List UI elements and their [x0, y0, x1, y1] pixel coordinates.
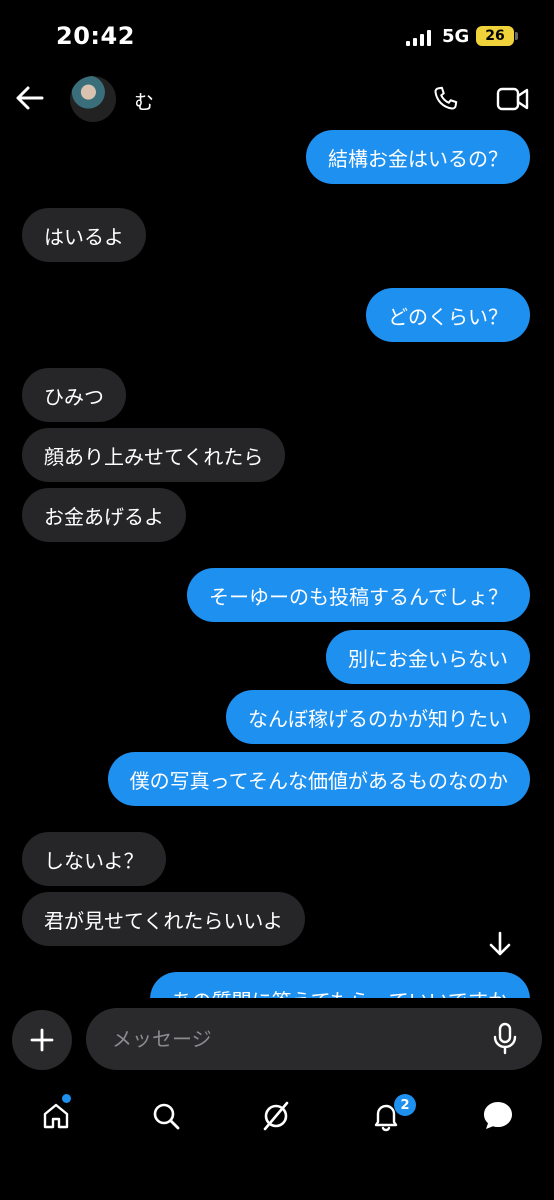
chat-bubble-icon[interactable]	[478, 1096, 518, 1136]
message-list[interactable]: 結構お金はいるの？ はいるよ どのくらい？ ひみつ 顔あり上みせてくれたら お金…	[0, 126, 554, 998]
message-bubble-sent[interactable]: 別にお金いらない	[326, 630, 530, 684]
message-bubble-sent[interactable]: そーゆーのも投稿するんでしょ？	[187, 568, 530, 622]
notification-count-badge: 2	[394, 1094, 416, 1116]
phone-icon[interactable]	[430, 84, 460, 114]
explore-icon[interactable]	[256, 1096, 296, 1136]
message-bubble-sent[interactable]: なんぼ稼げるのかが知りたい	[226, 690, 530, 744]
search-icon[interactable]	[146, 1096, 186, 1136]
message-bubble-sent[interactable]: どのくらい？	[366, 288, 530, 342]
message-input-container	[86, 1008, 542, 1070]
home-notification-dot	[62, 1094, 71, 1103]
contact-name[interactable]: む	[134, 86, 154, 115]
message-bubble-received[interactable]: しないよ？	[22, 832, 166, 886]
scroll-down-arrow-icon[interactable]	[486, 930, 514, 958]
message-bubble-received[interactable]: 君が見せてくれたらいいよ	[22, 892, 305, 946]
home-icon[interactable]	[36, 1096, 76, 1136]
message-bubble-sent[interactable]: あの質問に答えてもらっていいですか	[149, 972, 530, 998]
plus-icon	[30, 1028, 54, 1052]
battery-nub	[515, 32, 518, 40]
message-bubble-received[interactable]: 顔あり上みせてくれたら	[22, 428, 286, 482]
message-bubble-sent[interactable]: 結構お金はいるの？	[306, 130, 530, 184]
back-arrow-icon[interactable]	[14, 84, 46, 112]
message-bubble-received[interactable]: お金あげるよ	[22, 488, 186, 542]
add-attachment-button[interactable]	[12, 1010, 72, 1070]
message-bubble-received[interactable]: はいるよ	[22, 208, 146, 262]
message-bubble-received[interactable]: ひみつ	[22, 368, 126, 422]
microphone-icon[interactable]	[490, 1022, 520, 1056]
message-bubble-sent[interactable]: 僕の写真ってそんな価値があるものなのか	[107, 752, 530, 806]
signal-icon	[406, 30, 434, 46]
video-call-icon[interactable]	[496, 86, 530, 112]
battery-icon: 26	[476, 26, 514, 46]
network-label: 5G	[442, 26, 470, 47]
status-time: 20:42	[56, 22, 135, 50]
contact-avatar[interactable]	[70, 76, 116, 122]
message-input[interactable]	[110, 1026, 454, 1052]
